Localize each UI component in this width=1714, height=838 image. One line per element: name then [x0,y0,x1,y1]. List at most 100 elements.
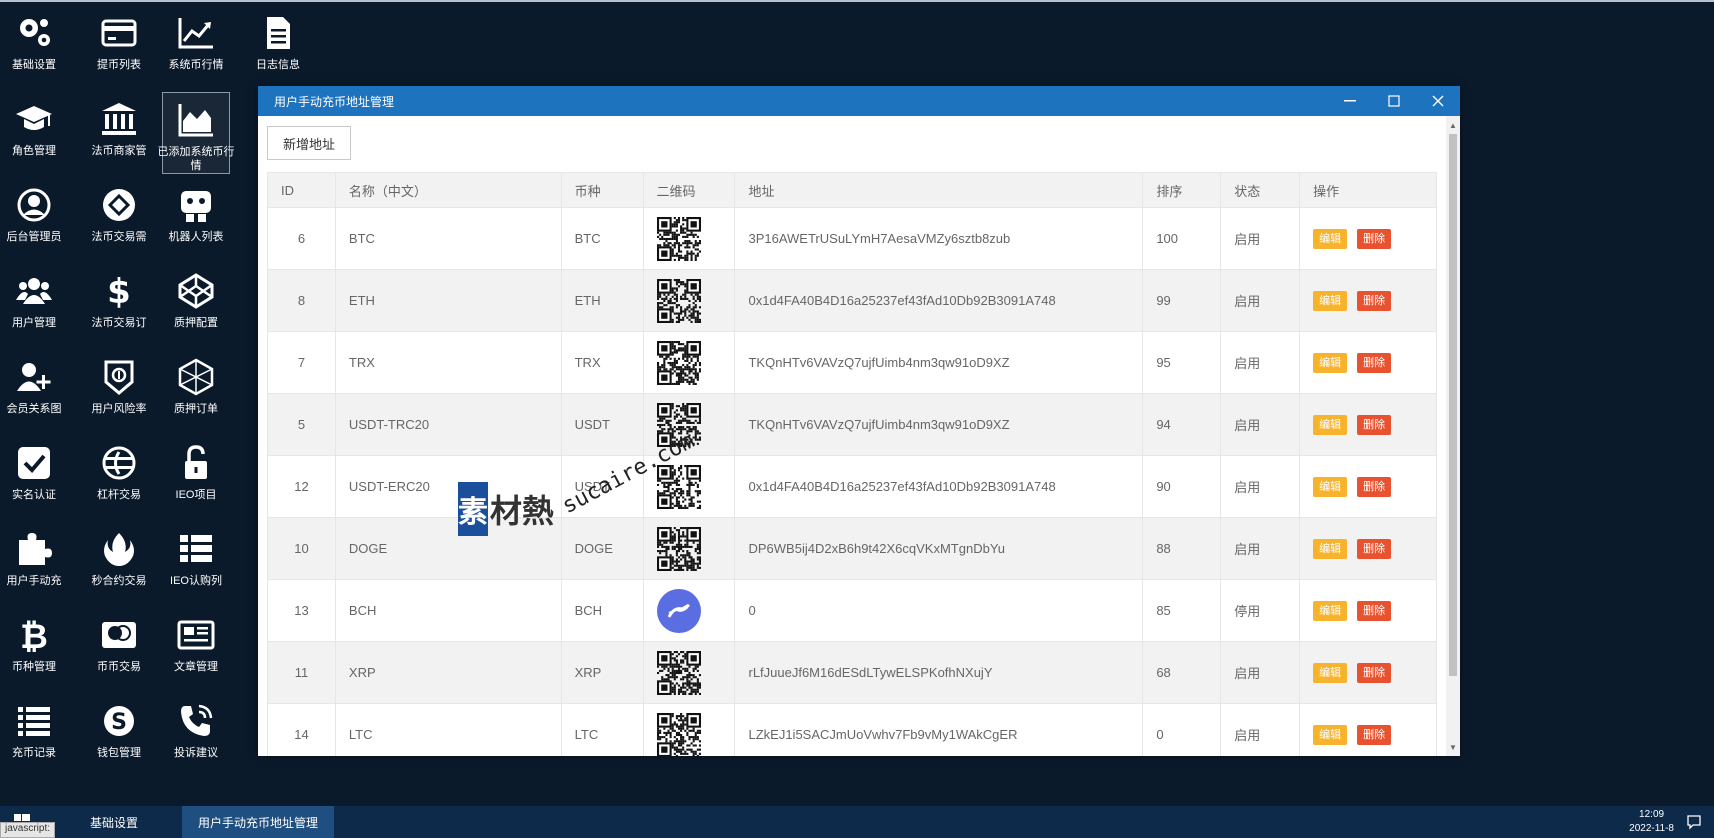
delete-button[interactable]: 删除 [1357,290,1392,311]
delete-button[interactable]: 删除 [1357,724,1392,745]
qr-code-image[interactable] [656,216,701,261]
delete-button[interactable]: 删除 [1357,662,1392,683]
column-header: 币种 [560,172,644,208]
desktop-icon-robot[interactable]: 机器人列表 [162,178,230,260]
notification-icon[interactable] [1686,814,1702,830]
edit-button[interactable]: 编辑 [1313,600,1348,621]
cell-address: TKQnHTv6VAVzQ7ujfUimb4nm3qw91oD9XZ [734,393,1144,456]
delete-button[interactable]: 删除 [1357,352,1392,373]
edit-button[interactable]: 编辑 [1313,476,1348,497]
desktop-icon-bank[interactable]: 法币商家管 [85,92,153,174]
scrollbar-thumb[interactable] [1449,134,1457,676]
newspaper-icon [175,614,217,656]
desktop-icon-shield[interactable]: 用户风险率 [85,350,153,432]
desktop-icon-mastercard[interactable]: 币币交易 [85,608,153,690]
window-title: 用户手动充币地址管理 [274,94,395,109]
desktop-icon-puzzle[interactable]: 用户手动充 [0,522,68,604]
edit-button[interactable]: 编辑 [1313,538,1348,559]
cell-sort: 90 [1142,455,1222,518]
column-header: 排序 [1142,172,1222,208]
qr-code-image[interactable] [656,712,701,757]
edit-button[interactable]: 编辑 [1313,228,1348,249]
desktop-icon-unlock[interactable]: IEO项目 [162,436,230,518]
cell-qr [642,207,736,270]
desktop-icon-user-circle[interactable]: 后台管理员 [0,178,68,260]
desktop-icon-newspaper[interactable]: 文章管理 [162,608,230,690]
scroll-down-arrow-icon[interactable]: ▼ [1446,740,1460,754]
cell-actions: 编辑 删除 [1299,455,1437,518]
edit-button[interactable]: 编辑 [1313,414,1348,435]
cell-status: 启用 [1220,641,1301,704]
desktop-icon-user-plus[interactable]: 会员关系图 [0,350,68,432]
cell-sort: 85 [1142,579,1222,642]
delete-button[interactable]: 删除 [1357,600,1392,621]
edit-button[interactable]: 编辑 [1313,290,1348,311]
maximize-button[interactable] [1372,86,1416,116]
cell-id: 8 [267,269,336,332]
desktop-icon-users[interactable]: 用户管理 [0,264,68,346]
minimize-button[interactable] [1328,86,1372,116]
qr-code-image[interactable] [656,340,701,385]
desktop-icon-rebel[interactable]: 秒合约交易 [85,522,153,604]
desktop-icon-bitcoin[interactable]: ₿ 币种管理 [0,608,68,690]
desktop-icon-dollar[interactable]: $ 法币交易订 [85,264,153,346]
edit-button[interactable]: 编辑 [1313,352,1348,373]
taskbar-task[interactable]: 用户手动充币地址管理 [182,806,335,838]
desktop-icon-codepen[interactable]: 质押配置 [162,264,230,346]
desktop-icon-label: 基础设置 [12,59,56,71]
users-icon [13,270,55,312]
skype-icon: S [98,700,140,742]
table-body: 6 BTC BTC 3P16AWETrUSuLYmH7AesaVMZy6sztb8zu… [267,207,1437,757]
close-icon [1432,95,1444,107]
clock[interactable]: 12:09 2022-11-8 [1629,808,1674,836]
desktop-icon-label: 后台管理员 [6,231,62,243]
desktop-icon-label: 法币交易订 [91,317,147,329]
edit-button[interactable]: 编辑 [1313,724,1348,745]
desktop-icon-label: 法币交易需 [91,231,147,243]
desktop-icon-list[interactable]: IEO认购列 [162,522,230,604]
desktop-icon-phone[interactable]: 投诉建议 [162,694,230,776]
desktop-icon-gears[interactable]: 基础设置 [0,6,68,88]
window-titlebar[interactable]: 用户手动充币地址管理 [258,86,1460,116]
edit-button[interactable]: 编辑 [1313,662,1348,683]
delete-button[interactable]: 删除 [1357,414,1392,435]
cell-sort: 100 [1142,207,1222,270]
qr-code-image[interactable] [656,278,701,323]
cell-name: BTC [334,207,562,270]
add-address-button[interactable]: 新增地址 [267,126,351,160]
desktop-icon-label: 会员关系图 [6,403,62,415]
phone-icon [175,700,217,742]
cell-id: 11 [267,641,336,704]
qr-code-image[interactable] [656,526,701,571]
desktop-icon-area-chart[interactable]: 已添加系统币行情 [158,92,235,174]
desktop-icon-list-lines[interactable]: 充币记录 [0,694,68,776]
desktop-icon-lever[interactable]: 杠杆交易 [85,436,153,518]
vertical-scrollbar[interactable]: ▲ ▼ [1446,116,1460,756]
delete-button[interactable]: 删除 [1357,228,1392,249]
cell-coin: LTC [560,703,644,756]
task-list: 基础设置 用户手动充币地址管理 [74,806,335,838]
cell-coin: BCH [560,579,644,642]
desktop-icon-graduation-cap[interactable]: 角色管理 [0,92,68,174]
cell-status: 启用 [1220,703,1301,756]
desktop-icon-document[interactable]: 日志信息 [244,6,312,88]
desktop-icon-label: 投诉建议 [174,747,218,759]
desktop-icon-credit-card[interactable]: 提币列表 [85,6,153,88]
desktop-icon-exchange[interactable]: 法币交易需 [85,178,153,260]
coin-logo-icon[interactable] [656,588,701,633]
column-header: 二维码 [642,172,736,208]
desktop-icon-check-square[interactable]: 实名认证 [0,436,68,518]
cell-sort: 68 [1142,641,1222,704]
delete-button[interactable]: 删除 [1357,538,1392,559]
desktop-icon-skype[interactable]: S 钱包管理 [85,694,153,776]
cell-name: LTC [334,703,562,756]
desktop-icon-line-chart[interactable]: 系统币行情 [162,6,230,88]
desktop-icon-cube[interactable]: 质押订单 [162,350,230,432]
delete-button[interactable]: 删除 [1357,476,1392,497]
qr-code-image[interactable] [656,650,701,695]
scroll-up-arrow-icon[interactable]: ▲ [1446,118,1460,132]
close-button[interactable] [1416,86,1460,116]
qr-code-image[interactable] [656,464,701,509]
cell-id: 12 [267,455,336,518]
taskbar-task[interactable]: 基础设置 [74,806,154,838]
